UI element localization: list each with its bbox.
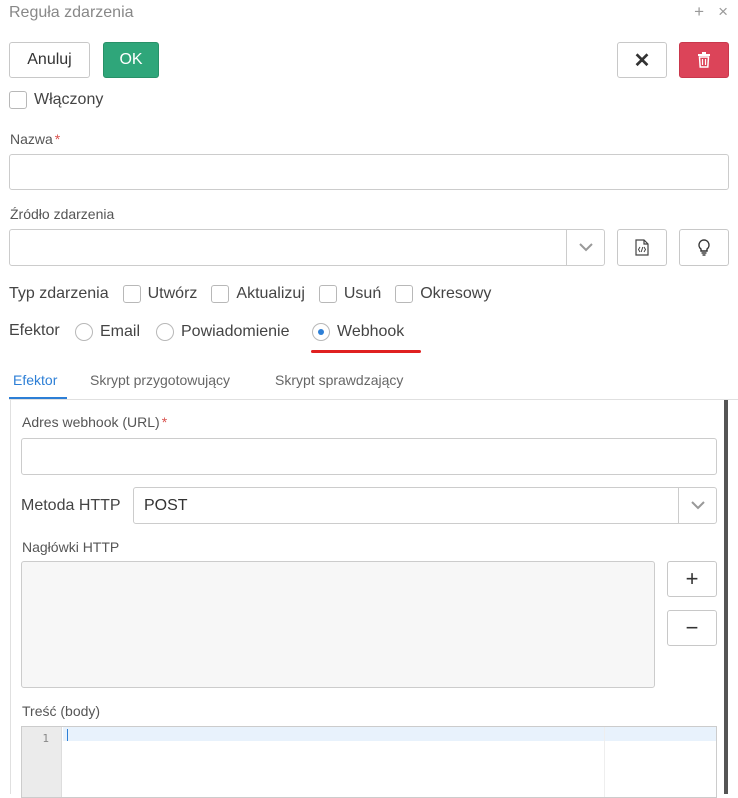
event-type-delete[interactable]: Usuń [318, 285, 381, 303]
webhook-url-label: Adres webhook (URL) * [22, 414, 168, 430]
http-headers-list[interactable] [21, 561, 655, 688]
name-input[interactable] [9, 154, 729, 190]
event-type-update[interactable]: Aktualizuj [211, 285, 305, 303]
http-method-label: Metoda HTTP [21, 497, 121, 514]
print-margin [604, 727, 605, 797]
http-method-select[interactable]: POST [133, 487, 717, 524]
trash-icon [698, 52, 710, 68]
event-type-create[interactable]: Utwórz [122, 285, 197, 303]
name-label: Nazwa * [10, 131, 61, 147]
body-label: Treść (body) [22, 703, 101, 719]
create-checkbox[interactable] [122, 285, 141, 303]
lightbulb-icon [698, 239, 710, 256]
highlight-underline [311, 350, 421, 353]
remove-header-button[interactable]: − [667, 610, 717, 646]
code-file-icon [635, 239, 649, 256]
dialog-title: Reguła zdarzenia [9, 4, 134, 21]
enabled-checkbox-row[interactable]: Włączony [9, 91, 103, 109]
cancel-button[interactable]: Anuluj [9, 42, 90, 78]
tab-prepare-script[interactable]: Skrypt przygotowujący [90, 372, 230, 388]
body-code-editor[interactable]: 1 [21, 726, 717, 798]
event-type-row: Typ zdarzenia Utwórz Aktualizuj Usuń Okr… [9, 285, 491, 303]
line-number-gutter: 1 [22, 727, 62, 797]
active-line-highlight [63, 727, 716, 741]
close-icon: ✕ [633, 49, 651, 72]
effector-notification[interactable]: Powiadomienie [156, 323, 290, 341]
window-controls: + × [694, 3, 728, 21]
panel-left-border [10, 400, 11, 794]
webhook-url-input[interactable] [21, 438, 717, 475]
plus-icon: + [685, 566, 699, 591]
required-marker: * [161, 414, 168, 430]
chevron-down-icon[interactable] [678, 488, 716, 523]
add-header-button[interactable]: + [667, 561, 717, 597]
minus-icon: − [685, 615, 699, 640]
panel-scrollbar[interactable] [724, 400, 728, 794]
chevron-down-icon[interactable] [566, 230, 604, 265]
delete-button[interactable] [679, 42, 729, 78]
http-headers-label: Nagłówki HTTP [22, 539, 120, 555]
source-select[interactable] [9, 229, 605, 266]
update-checkbox[interactable] [211, 285, 230, 303]
text-cursor [67, 729, 68, 741]
enabled-checkbox[interactable] [9, 91, 27, 109]
periodic-checkbox[interactable] [395, 285, 414, 303]
event-type-periodic[interactable]: Okresowy [395, 285, 491, 303]
tab-divider [9, 399, 738, 400]
source-label: Źródło zdarzenia [10, 206, 115, 222]
required-marker: * [54, 131, 61, 147]
effector-email[interactable]: Email [75, 323, 140, 341]
tab-check-script[interactable]: Skrypt sprawdzający [275, 372, 403, 388]
close-icon[interactable]: × [718, 3, 728, 21]
enabled-label: Włączony [34, 91, 104, 108]
event-type-label: Typ zdarzenia [9, 285, 109, 302]
ok-button[interactable]: OK [103, 42, 159, 78]
effector-webhook[interactable]: Webhook [312, 323, 404, 341]
email-radio[interactable] [75, 323, 93, 341]
effector-label: Efektor [9, 322, 60, 339]
hint-button[interactable] [679, 229, 729, 266]
notification-radio[interactable] [156, 323, 174, 341]
webhook-radio[interactable] [312, 323, 330, 341]
add-icon[interactable]: + [694, 3, 704, 21]
tab-effector[interactable]: Efektor [13, 372, 57, 388]
discard-button[interactable]: ✕ [617, 42, 667, 78]
delete-checkbox[interactable] [318, 285, 337, 303]
http-method-value: POST [144, 497, 188, 514]
code-file-button[interactable] [617, 229, 667, 266]
